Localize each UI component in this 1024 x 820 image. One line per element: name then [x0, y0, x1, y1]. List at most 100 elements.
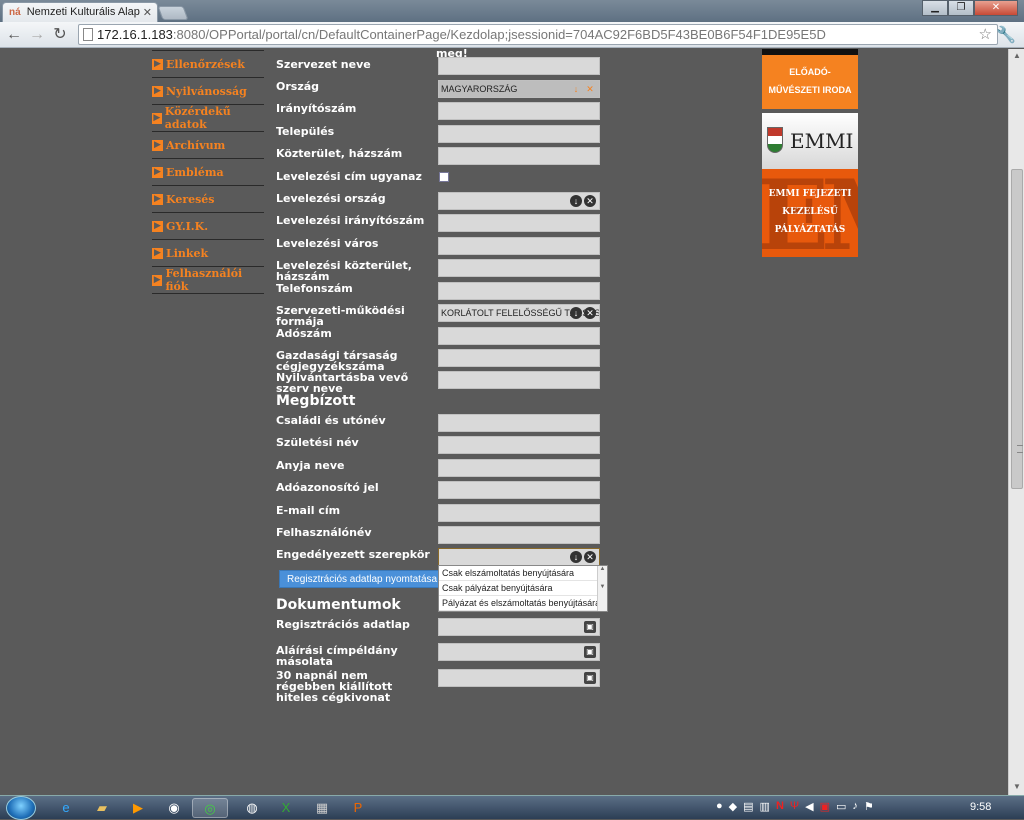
mail-zip-label: Levelezési irányítószám — [276, 214, 425, 227]
emmi-banner[interactable]: EMMI — [762, 113, 858, 169]
mail-city-input[interactable] — [438, 237, 600, 255]
mail-street-input[interactable] — [438, 259, 600, 277]
mail-country-select[interactable]: ↓ ✕ — [438, 192, 600, 210]
eloado-muveszeti-iroda-banner[interactable]: ELŐADÓ-MŰVÉSZETI IRODA — [762, 49, 858, 109]
taxid-input[interactable] — [438, 481, 600, 499]
username-input[interactable] — [438, 526, 600, 544]
folder-icon[interactable]: ▰ — [84, 798, 120, 818]
close-window-icon[interactable]: ✕ — [974, 0, 1018, 16]
clear-icon[interactable]: ✕ — [584, 551, 596, 563]
dropdown-arrow-icon[interactable]: ↓ — [570, 195, 582, 207]
tray-flag-icon[interactable]: ⚑ — [864, 800, 874, 816]
scroll-up-icon[interactable]: ▲ — [1013, 51, 1021, 60]
browser-tab[interactable]: ná Nemzeti Kulturális Alap ✕ — [2, 2, 158, 22]
clear-icon[interactable]: ✕ — [584, 83, 596, 95]
app2-icon[interactable]: ◍ — [234, 798, 270, 818]
tax-input[interactable] — [438, 327, 600, 345]
country-select[interactable]: MAGYARORSZÁG ↓ ✕ — [438, 80, 600, 98]
tray-calendar-icon[interactable]: ▣ — [820, 800, 830, 816]
sidebar-item-archivum[interactable]: ▶ Archívum — [152, 132, 264, 159]
city-input[interactable] — [438, 125, 600, 143]
dropdown-arrow-icon[interactable]: ↓ — [570, 307, 582, 319]
calculator-icon[interactable]: ▦ — [304, 798, 340, 818]
birthname-label: Születési név — [276, 436, 359, 449]
upload-icon[interactable]: ▣ — [584, 646, 596, 658]
reg-no-input[interactable] — [438, 349, 600, 367]
excel-icon[interactable]: X — [268, 798, 304, 818]
role-option[interactable]: Csak pályázat benyújtására — [439, 581, 607, 596]
zip-input[interactable] — [438, 102, 600, 120]
media-player-icon[interactable]: ▶ — [120, 798, 156, 818]
wrench-menu-icon[interactable]: 🔧 — [996, 25, 1016, 45]
address-bar[interactable]: 172.16.1.183:8080/OPPortal/portal/cn/Def… — [78, 24, 998, 45]
mandate-section-title: Megbízott — [276, 393, 356, 409]
street-input[interactable] — [438, 147, 600, 165]
banner3-line: KEZELÉSŰ — [782, 207, 838, 217]
org-form-select[interactable]: KORLÁTOLT FELELŐSSÉGŰ TÁRSASÁG ↓ ✕ — [438, 304, 600, 322]
scroll-down-icon[interactable]: ▼ — [1013, 782, 1021, 791]
mail-same-checkbox[interactable] — [439, 172, 449, 182]
doc3-file-input[interactable]: ▣ — [438, 669, 600, 687]
birthname-input[interactable] — [438, 436, 600, 454]
emmi-fejezeti-banner[interactable]: EM EMMI FEJEZETI KEZELÉSŰ PÁLYÁZTATÁS — [762, 169, 858, 257]
bookmark-star-icon[interactable]: ☆ — [979, 25, 992, 44]
maximize-icon[interactable]: ❐ — [948, 0, 974, 16]
chevron-right-icon: ▶ — [152, 220, 163, 232]
tray-printer-icon[interactable]: ▥ — [760, 800, 770, 816]
sidebar-item-ellenorzesek[interactable]: ▶ Ellenőrzések — [152, 51, 264, 78]
dropdown-arrow-icon[interactable]: ↓ — [570, 83, 582, 95]
sidebar-item-nyilvanossag[interactable]: ▶ Nyilvánosság — [152, 78, 264, 105]
sidebar-item-gyik[interactable]: ▶ GY.I.K. — [152, 213, 264, 240]
app-icon[interactable]: ◉ — [156, 798, 192, 818]
role-option[interactable]: Pályázat és elszámoltatás benyújtására — [439, 596, 607, 611]
role-option[interactable]: Csak elszámoltatás benyújtására — [439, 566, 607, 581]
tray-speaker-icon[interactable]: ♪ — [852, 800, 858, 816]
tray-volume-mute-icon[interactable]: ◀ — [805, 800, 813, 816]
chrome-icon[interactable]: ◎ — [192, 798, 228, 818]
role-select[interactable]: ↓ ✕ — [438, 548, 600, 566]
tray-antenna-icon[interactable]: Ψ — [790, 800, 799, 816]
tray-app-icon[interactable]: ● — [716, 800, 723, 816]
upload-icon[interactable]: ▣ — [584, 672, 596, 684]
start-button[interactable] — [6, 796, 36, 820]
tray-network-icon[interactable]: ▤ — [743, 800, 753, 816]
forward-arrow-icon[interactable]: → — [27, 25, 47, 45]
upload-icon[interactable]: ▣ — [584, 621, 596, 633]
minimize-icon[interactable]: ▁ — [922, 0, 948, 16]
sidebar-item-felhasznaloi-fiok[interactable]: ▶ Felhasználói fiók — [152, 267, 264, 294]
taskbar-clock[interactable]: 9:58 — [970, 801, 991, 813]
fullname-input[interactable] — [438, 414, 600, 432]
clear-icon[interactable]: ✕ — [584, 195, 596, 207]
print-registration-button[interactable]: Regisztrációs adatlap nyomtatása — [279, 570, 439, 588]
tray-shield-icon[interactable]: ◆ — [729, 800, 737, 816]
dropdown-scrollbar[interactable]: ▲ ▼ — [597, 566, 607, 611]
phone-input[interactable] — [438, 282, 600, 300]
mother-input[interactable] — [438, 459, 600, 477]
page-scrollbar[interactable]: ▲ ▼ — [1008, 49, 1024, 795]
back-arrow-icon[interactable]: ← — [4, 25, 24, 45]
tray-display-icon[interactable]: ▭ — [836, 800, 846, 816]
doc1-file-input[interactable]: ▣ — [438, 618, 600, 636]
sidebar-item-linkek[interactable]: ▶ Linkek — [152, 240, 264, 267]
tray-n-icon[interactable]: N — [776, 800, 784, 816]
sidebar-item-kereses[interactable]: ▶ Keresés — [152, 186, 264, 213]
close-tab-icon[interactable]: ✕ — [143, 6, 152, 19]
chevron-right-icon: ▶ — [152, 85, 163, 97]
chevron-right-icon: ▶ — [152, 112, 162, 124]
powerpoint-icon[interactable]: P — [340, 798, 376, 818]
scroll-thumb[interactable] — [1011, 169, 1023, 489]
registry-input[interactable] — [438, 371, 600, 389]
internet-explorer-icon[interactable]: e — [48, 798, 84, 818]
zip-label: Irányítószám — [276, 102, 357, 115]
org-name-input[interactable] — [438, 57, 600, 75]
new-tab-button[interactable] — [157, 6, 189, 20]
reload-icon[interactable]: ↻ — [50, 25, 70, 45]
email-input[interactable] — [438, 504, 600, 522]
clear-icon[interactable]: ✕ — [584, 307, 596, 319]
dropdown-arrow-icon[interactable]: ↓ — [570, 551, 582, 563]
sidebar-item-kozerdeku-adatok[interactable]: ▶ Közérdekű adatok — [152, 105, 264, 132]
sidebar-item-emblema[interactable]: ▶ Embléma — [152, 159, 264, 186]
doc2-file-input[interactable]: ▣ — [438, 643, 600, 661]
mother-label: Anyja neve — [276, 459, 345, 472]
mail-zip-input[interactable] — [438, 214, 600, 232]
